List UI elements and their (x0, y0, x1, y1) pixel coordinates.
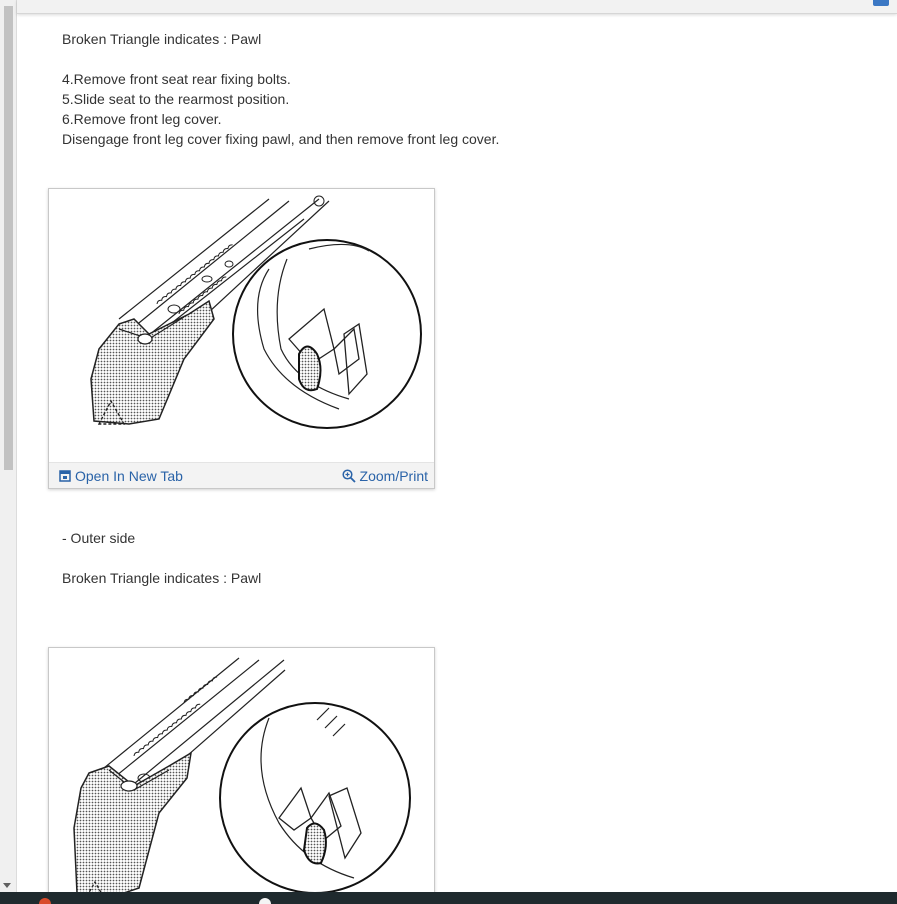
step-6: 6.Remove front leg cover. (62, 111, 222, 127)
open-new-tab-icon (59, 470, 71, 482)
step-note: Disengage front leg cover fixing pawl, a… (62, 131, 500, 147)
figure-toolbar: Open In New Tab Zoom/Print (49, 462, 434, 488)
document-content: Broken Triangle indicates : Pawl 4.Remov… (17, 14, 897, 892)
os-taskbar (0, 892, 897, 904)
figure-front-leg-cover: Open In New Tab Zoom/Print (48, 188, 435, 489)
scroll-down-arrow-icon[interactable] (3, 883, 11, 888)
outer-side-illustration[interactable] (49, 648, 434, 892)
leg-cover-illustration[interactable] (49, 189, 434, 461)
zoom-print-label: Zoom/Print (359, 468, 428, 484)
vertical-scrollbar[interactable] (0, 0, 17, 892)
header-badge-icon[interactable] (873, 0, 889, 6)
taskbar-slider-handle[interactable] (259, 898, 271, 904)
browser-app-icon[interactable] (39, 898, 51, 904)
outer-side-heading: - Outer side (62, 530, 136, 546)
zoom-print-link[interactable]: Zoom/Print (341, 467, 428, 485)
figure-outer-side (48, 647, 435, 892)
pawl-legend-2: Broken Triangle indicates : Pawl (62, 570, 262, 586)
step-4: 4.Remove front seat rear fixing bolts. (62, 71, 291, 87)
step-5: 5.Slide seat to the rearmost position. (62, 91, 290, 107)
open-in-new-tab-label: Open In New Tab (75, 468, 183, 484)
open-in-new-tab-link[interactable]: Open In New Tab (59, 467, 183, 485)
pawl-legend: Broken Triangle indicates : Pawl (62, 31, 262, 47)
zoom-icon (341, 469, 356, 483)
page-header-bar (17, 0, 897, 14)
scrollbar-thumb[interactable] (4, 6, 13, 470)
